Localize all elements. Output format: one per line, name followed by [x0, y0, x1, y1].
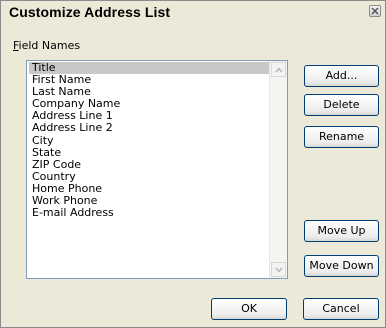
field-names-label-rest: ield Names [18, 39, 81, 52]
chevron-up-icon [275, 67, 283, 73]
delete-button[interactable]: Delete [304, 94, 379, 116]
ok-button[interactable]: OK [211, 298, 287, 320]
move-up-button[interactable]: Move Up [304, 220, 379, 242]
customize-address-list-dialog: Customize Address List Field Names Title… [0, 0, 386, 328]
close-button[interactable] [369, 5, 381, 17]
title-bar[interactable]: Customize Address List [1, 1, 385, 23]
cancel-button[interactable]: Cancel [303, 298, 379, 320]
list-item[interactable]: Address Line 2 [29, 122, 269, 134]
rename-button[interactable]: Rename [304, 126, 379, 148]
vertical-scrollbar[interactable] [269, 61, 287, 278]
field-names-label: Field Names [13, 39, 80, 52]
close-icon [371, 7, 379, 15]
chevron-down-icon [275, 267, 283, 273]
list-item[interactable]: State [29, 146, 269, 159]
scroll-up-button[interactable] [271, 62, 286, 77]
move-down-button[interactable]: Move Down [304, 255, 379, 277]
scroll-down-button[interactable] [271, 262, 286, 277]
list-item[interactable]: City [29, 134, 269, 147]
field-names-list[interactable]: Title First Name Last Name Company Name Addr… [26, 60, 288, 279]
dialog-title: Customize Address List [9, 4, 171, 20]
field-items: Title First Name Last Name Company Name Addr… [29, 61, 269, 219]
add-button[interactable]: Add... [304, 65, 379, 87]
list-item[interactable]: E-mail Address [29, 207, 269, 219]
